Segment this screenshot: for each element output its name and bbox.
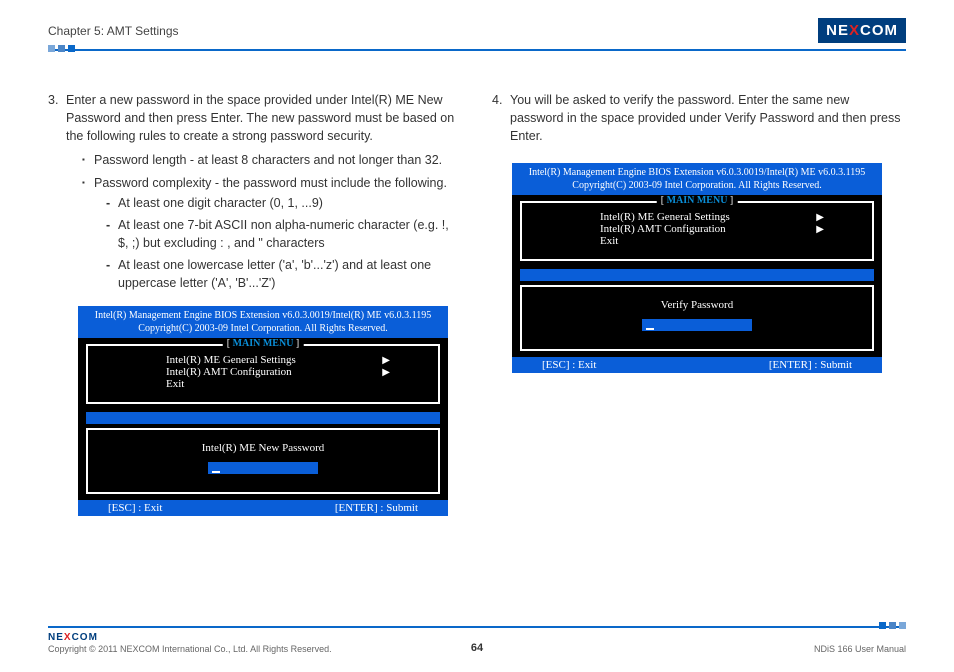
enter-hint: [ENTER] : Submit (769, 359, 852, 371)
password-input[interactable] (208, 462, 318, 474)
page-header: Chapter 5: AMT Settings NEXCOM (48, 18, 906, 43)
dash-item: At least one digit character (0, 1, ...9… (106, 194, 462, 212)
footer-logo: NEXCOM (48, 632, 332, 643)
page-footer: NEXCOM Copyright © 2011 NEXCOM Internati… (48, 626, 906, 654)
bios-header: Intel(R) Management Engine BIOS Extensio… (512, 163, 882, 195)
bullet-item: Password length - at least 8 characters … (82, 151, 462, 169)
page-number: 64 (471, 642, 483, 654)
step-text: Enter a new password in the space provid… (66, 91, 462, 145)
footer-divider (48, 626, 906, 628)
footer-decoration (879, 622, 906, 629)
bios-screen-right: Intel(R) Management Engine BIOS Extensio… (512, 163, 882, 373)
prompt-label: Intel(R) ME New Password (96, 442, 430, 454)
copyright-text: Copyright © 2011 NEXCOM International Co… (48, 644, 332, 654)
chapter-title: Chapter 5: AMT Settings (48, 24, 179, 38)
password-input[interactable] (642, 319, 752, 331)
bios-footer: [ESC] : Exit [ENTER] : Submit (512, 357, 882, 373)
esc-hint: [ESC] : Exit (542, 359, 596, 371)
step-text: You will be asked to verify the password… (510, 91, 906, 145)
menu-item[interactable]: Intel(R) AMT Configuration ▶ (96, 366, 430, 378)
cursor-icon (212, 471, 220, 473)
bios-divider (86, 412, 440, 424)
bios-main-menu: MAIN MENU Intel(R) ME General Settings ▶… (86, 344, 440, 404)
triangle-right-icon: ▶ (816, 224, 824, 235)
menu-item[interactable]: Intel(R) ME General Settings ▶ (96, 354, 430, 366)
step-number: 3. (48, 91, 66, 145)
left-column: 3. Enter a new password in the space pro… (48, 91, 462, 516)
enter-hint: [ENTER] : Submit (335, 502, 418, 514)
dash-item: At least one lowercase letter ('a', 'b'.… (106, 256, 462, 292)
bullet-item: Password complexity - the password must … (82, 174, 462, 293)
bios-main-menu: MAIN MENU Intel(R) ME General Settings ▶… (520, 201, 874, 261)
step-number: 4. (492, 91, 510, 145)
bios-screen-left: Intel(R) Management Engine BIOS Extensio… (78, 306, 448, 516)
bios-password-prompt: Intel(R) ME New Password (86, 428, 440, 494)
triangle-right-icon: ▶ (382, 355, 390, 366)
triangle-right-icon: ▶ (816, 212, 824, 223)
right-column: 4. You will be asked to verify the passw… (492, 91, 906, 516)
menu-item[interactable]: Intel(R) ME General Settings ▶ (530, 211, 864, 223)
bios-header: Intel(R) Management Engine BIOS Extensio… (78, 306, 448, 338)
bios-password-prompt: Verify Password (520, 285, 874, 351)
manual-name: NDiS 166 User Manual (814, 644, 906, 654)
dash-item: At least one 7-bit ASCII non alpha-numer… (106, 216, 462, 252)
cursor-icon (646, 328, 654, 330)
triangle-right-icon: ▶ (382, 367, 390, 378)
bios-divider (520, 269, 874, 281)
header-divider (48, 49, 906, 51)
header-decoration (48, 45, 75, 52)
esc-hint: [ESC] : Exit (108, 502, 162, 514)
bios-footer: [ESC] : Exit [ENTER] : Submit (78, 500, 448, 516)
menu-item[interactable]: Exit (530, 235, 864, 247)
prompt-label: Verify Password (530, 299, 864, 311)
menu-item[interactable]: Intel(R) AMT Configuration ▶ (530, 223, 864, 235)
menu-item[interactable]: Exit (96, 378, 430, 390)
logo: NEXCOM (818, 18, 906, 43)
